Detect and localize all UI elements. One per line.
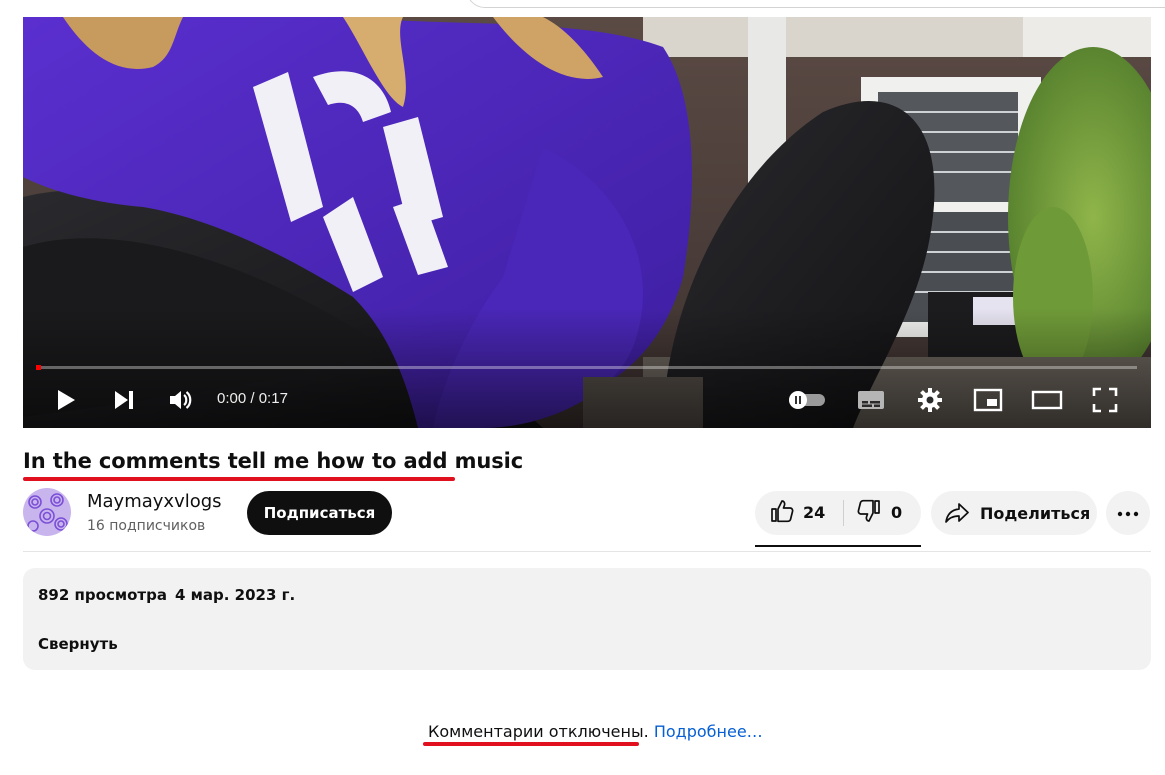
play-button[interactable] bbox=[51, 386, 81, 414]
fullscreen-icon bbox=[1092, 387, 1118, 413]
comments-disabled-notice: Комментарии отключены. Подробнее… bbox=[428, 722, 763, 741]
more-actions-button[interactable] bbox=[1106, 491, 1150, 535]
subscriber-count: 16 подписчиков bbox=[87, 518, 206, 534]
like-count: 24 bbox=[803, 503, 826, 522]
settings-icon bbox=[917, 387, 943, 413]
comments-period: . bbox=[643, 722, 649, 741]
like-dislike-group: 24 0 bbox=[755, 491, 921, 535]
view-count: 892 просмотра bbox=[38, 586, 167, 604]
video-player[interactable]: 0:00 / 0:17 bbox=[23, 17, 1151, 428]
time-display: 0:00 / 0:17 bbox=[217, 389, 288, 409]
current-time: 0:00 bbox=[217, 390, 247, 407]
collapse-description-button[interactable]: Свернуть bbox=[38, 635, 118, 653]
subscribe-button[interactable]: Подписаться bbox=[247, 491, 392, 535]
channel-avatar[interactable] bbox=[23, 488, 71, 536]
share-label: Поделиться bbox=[980, 504, 1091, 523]
description-box[interactable]: 892 просмотра 4 мар. 2023 г. Свернуть bbox=[23, 568, 1151, 670]
channel-name[interactable]: Maymayxvlogs bbox=[87, 491, 222, 512]
learn-more-link[interactable]: Подробнее… bbox=[654, 722, 763, 741]
like-button[interactable] bbox=[755, 491, 843, 535]
time-separator: / bbox=[246, 390, 259, 407]
theater-icon bbox=[1031, 389, 1063, 411]
settings-button[interactable] bbox=[915, 386, 945, 414]
section-divider bbox=[23, 551, 1151, 552]
miniplayer-button[interactable] bbox=[971, 386, 1005, 414]
next-button[interactable] bbox=[109, 386, 139, 414]
total-time: 0:17 bbox=[258, 390, 288, 407]
title-annotation-underline bbox=[23, 477, 455, 481]
fullscreen-button[interactable] bbox=[1090, 386, 1120, 414]
dislike-button[interactable] bbox=[844, 491, 921, 535]
autoplay-toggle-icon bbox=[787, 391, 827, 409]
next-icon bbox=[112, 389, 136, 411]
progress-scrubber[interactable] bbox=[36, 365, 41, 370]
description-meta: 892 просмотра 4 мар. 2023 г. bbox=[38, 586, 295, 604]
volume-icon bbox=[168, 388, 194, 412]
miniplayer-icon bbox=[973, 388, 1003, 412]
search-bar-edge[interactable] bbox=[466, 0, 1165, 8]
comments-annotation-underline bbox=[423, 742, 639, 746]
subtitles-icon bbox=[857, 389, 885, 411]
thumbs-up-icon bbox=[769, 498, 795, 529]
progress-bar[interactable] bbox=[37, 366, 1137, 369]
upload-date: 4 мар. 2023 г. bbox=[174, 586, 296, 604]
volume-button[interactable] bbox=[166, 386, 196, 414]
more-horizontal-icon bbox=[1117, 504, 1139, 522]
dislike-count: 0 bbox=[891, 503, 903, 522]
share-button[interactable]: Поделиться bbox=[931, 491, 1097, 535]
comments-disabled-text: Комментарии отключены bbox=[428, 722, 644, 741]
theater-mode-button[interactable] bbox=[1030, 386, 1064, 414]
subtitles-button[interactable] bbox=[855, 386, 887, 414]
play-icon bbox=[55, 388, 77, 412]
share-icon bbox=[944, 501, 970, 530]
autoplay-toggle[interactable] bbox=[785, 387, 829, 413]
like-group-underline bbox=[755, 545, 921, 547]
thumbs-down-icon bbox=[856, 498, 882, 529]
video-title: In the comments tell me how to add music bbox=[23, 449, 524, 473]
